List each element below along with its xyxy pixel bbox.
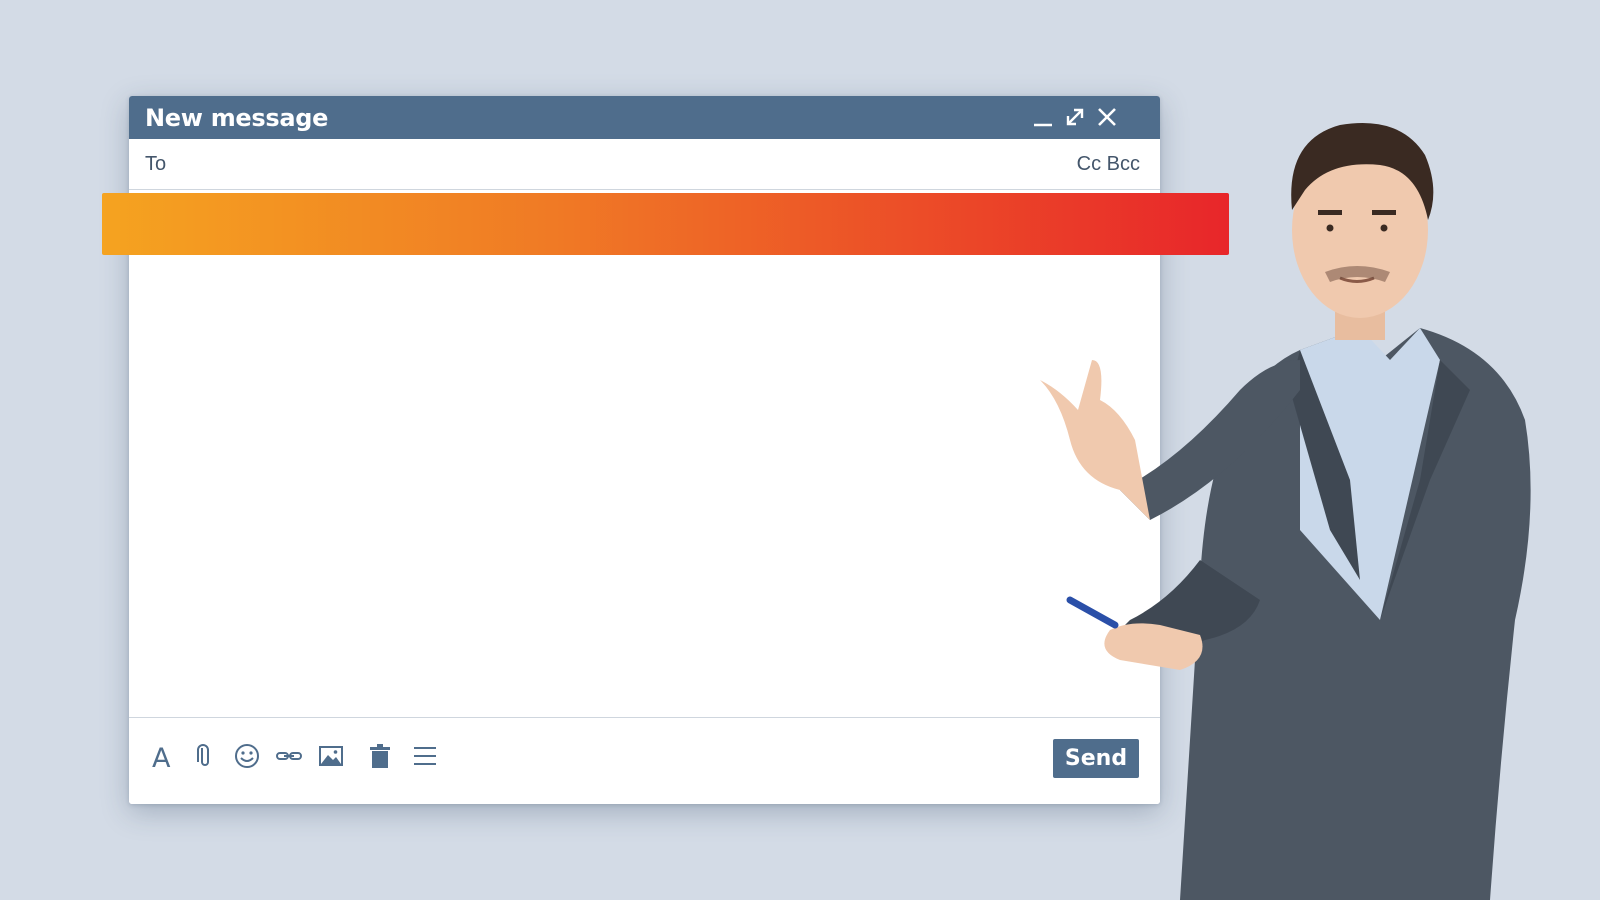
trash-icon[interactable] [364,740,396,772]
attach-icon[interactable] [189,740,221,772]
presenter-photo [1000,60,1600,900]
subject-input[interactable] [229,200,1133,236]
subject-label: Subject [145,208,212,230]
window-title: New message [145,104,329,132]
to-label: To [145,153,167,175]
text-format-icon[interactable]: A [147,740,179,772]
link-icon[interactable] [273,740,305,772]
emoji-icon[interactable] [231,740,263,772]
menu-icon[interactable] [409,740,441,772]
svg-text:A: A [152,743,171,771]
image-icon[interactable] [315,740,347,772]
